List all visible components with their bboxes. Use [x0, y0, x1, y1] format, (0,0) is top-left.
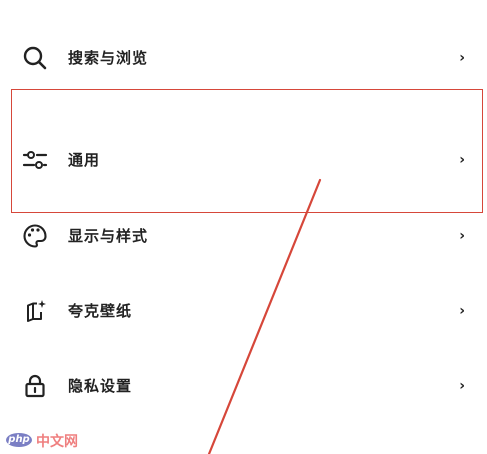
- watermark-logo: php: [6, 433, 32, 447]
- annotation-arrow-line: [207, 178, 322, 454]
- watermark-text: 中文网: [36, 434, 78, 450]
